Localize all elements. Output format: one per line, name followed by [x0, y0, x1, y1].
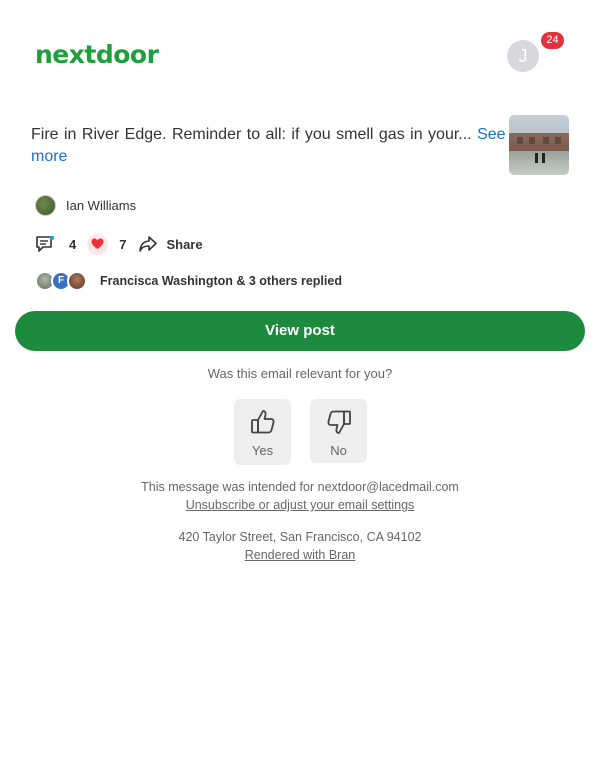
yes-label: Yes: [251, 443, 274, 458]
author-name: Ian Williams: [66, 197, 137, 213]
share-icon: [138, 235, 158, 253]
user-avatar[interactable]: J: [507, 40, 539, 72]
post-thumbnail[interactable]: [509, 115, 569, 175]
relevance-question: Was this email relevant for you?: [207, 366, 393, 381]
footer-address: 420 Taylor Street, San Francisco, CA 941…: [0, 528, 600, 564]
post-preview-text[interactable]: Fire in River Edge. Reminder to all: if …: [31, 124, 511, 168]
thumbs-down-icon: [325, 410, 353, 440]
footer-intended: This message was intended for nextdoor@l…: [0, 478, 600, 514]
rendered-with-link[interactable]: Rendered with Bran: [0, 546, 600, 564]
yes-button[interactable]: Yes: [234, 399, 291, 465]
no-label: No: [330, 443, 347, 458]
no-button[interactable]: No: [310, 399, 367, 463]
share-label: Share: [166, 236, 203, 252]
intended-for-text: This message was intended for nextdoor@l…: [141, 480, 459, 494]
post-author[interactable]: Ian Williams: [35, 194, 136, 216]
comment-count: 4: [69, 236, 77, 252]
comment-action[interactable]: 4: [35, 235, 76, 253]
post-excerpt: Fire in River Edge. Reminder to all: if …: [31, 126, 472, 143]
reaction-action[interactable]: 7: [76, 233, 127, 255]
notification-badge: 24: [541, 32, 564, 49]
share-action[interactable]: Share: [138, 235, 203, 253]
unsubscribe-link[interactable]: Unsubscribe or adjust your email setting…: [0, 496, 600, 514]
thumbs-up-icon: [249, 410, 277, 440]
view-post-button[interactable]: View post: [15, 311, 585, 351]
comment-icon: [35, 235, 55, 253]
reaction-count: 7: [119, 236, 127, 252]
heart-icon: [87, 233, 109, 255]
nextdoor-logo[interactable]: nextdoor: [35, 40, 159, 69]
replies-summary[interactable]: F Francisca Washington & 3 others replie…: [35, 270, 342, 292]
author-avatar: [35, 194, 56, 216]
post-actions: 4 7 Share: [35, 233, 203, 255]
company-address: 420 Taylor Street, San Francisco, CA 941…: [178, 530, 422, 544]
reply-avatar: [67, 271, 87, 291]
email-header: nextdoor J 24: [0, 0, 600, 110]
replies-text: Francisca Washington & 3 others replied: [100, 274, 342, 288]
